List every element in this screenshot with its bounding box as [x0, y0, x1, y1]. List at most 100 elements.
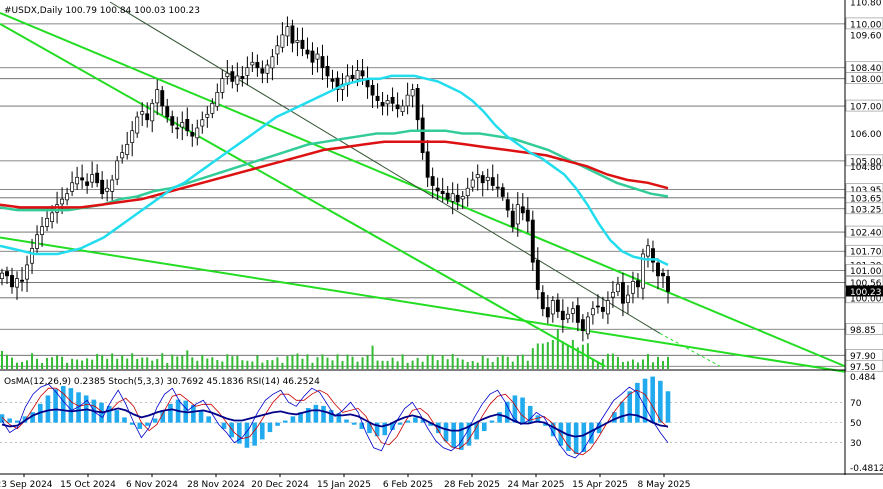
volume-bar [211, 357, 214, 369]
candle-body [415, 88, 420, 121]
volume-bar [206, 358, 209, 369]
candle-body [550, 300, 555, 315]
volume-bar [406, 362, 409, 369]
candle-body [205, 113, 210, 118]
price-tick-label: 107.00 [850, 103, 882, 113]
candle-body [310, 50, 315, 63]
volume-bar [296, 353, 299, 369]
volume-bar [71, 358, 74, 369]
osma-bar [658, 380, 663, 423]
volume-bar [66, 362, 69, 369]
volume-bar [396, 361, 399, 369]
candle-body [160, 90, 165, 107]
volume-bar [56, 355, 59, 369]
volume-bar [331, 360, 334, 369]
volume-bar [31, 353, 34, 369]
candle-body [500, 187, 505, 197]
candle-body [330, 78, 335, 82]
volume-bar [151, 360, 154, 369]
candle-body [355, 70, 360, 80]
volume-bar [461, 359, 464, 369]
candle-body [130, 130, 135, 143]
price-tick-label: 104.80 [850, 163, 882, 173]
osma-bar [198, 410, 204, 423]
candle-body [375, 95, 380, 101]
volume-bar [421, 361, 424, 369]
candle-body [125, 144, 130, 155]
candle-body [180, 122, 185, 128]
osma-bar [367, 422, 372, 434]
volume-bar [121, 355, 124, 369]
candle-body [100, 179, 105, 195]
candle-body [195, 127, 200, 139]
volume-bar [16, 362, 19, 369]
price-tick-label: 101.70 [850, 248, 882, 258]
osma-bar [282, 420, 288, 423]
candle-body [75, 176, 80, 185]
volume-bar [251, 361, 254, 369]
candle-body [215, 92, 220, 107]
candle-body [155, 89, 160, 104]
osma-bar [145, 422, 150, 426]
candle-body [610, 291, 615, 298]
volume-bar [276, 357, 279, 369]
candle-body [555, 299, 560, 312]
ema-layer [0, 74, 669, 267]
candle-body [385, 100, 390, 105]
candle-body [90, 174, 95, 183]
price-grid-layer [0, 23, 845, 367]
candle-body [145, 113, 150, 121]
candle-body [300, 39, 305, 49]
candle-body [485, 176, 490, 181]
volume-bar [21, 361, 24, 369]
channel-lower-line [0, 23, 606, 368]
indicator-tick-label: 70 [850, 399, 862, 409]
candle-body [600, 306, 605, 312]
candle-body [140, 111, 145, 115]
time-tick-label: 6 Feb 2025 [383, 480, 433, 489]
volume-bar [236, 356, 239, 369]
volume-bar [441, 355, 444, 369]
candle-body [285, 26, 290, 37]
volume-bar [581, 344, 584, 369]
time-tick-label: 28 Nov 2024 [187, 480, 245, 489]
osma-bar [114, 410, 120, 423]
osma-bar [642, 378, 648, 423]
candle-body [360, 70, 365, 77]
candle-body [60, 198, 65, 205]
volume-bar [316, 357, 319, 369]
candle-body [661, 272, 665, 277]
volume-bar [311, 362, 314, 369]
candle-body [420, 117, 425, 153]
chart-canvas: 110.80110.00109.60108.40108.00107.00106.… [0, 0, 883, 489]
candle-body [380, 102, 385, 107]
candle-body [515, 204, 520, 225]
volume-bar [566, 345, 569, 369]
volume-bar [621, 361, 624, 369]
ema-cyan-line [0, 74, 669, 267]
volume-bar [171, 354, 174, 369]
candle-body [445, 192, 450, 200]
time-tick-label: 23 Sep 2024 [0, 480, 53, 489]
candle-body [200, 119, 205, 127]
candle-body [290, 25, 295, 44]
candle-body [540, 292, 545, 310]
candle-body [636, 280, 640, 288]
volume-bar [471, 360, 474, 369]
volume-bar [546, 342, 549, 369]
volume-bar [256, 355, 259, 369]
time-tick-label: 24 Mar 2025 [507, 480, 564, 489]
volume-bar [381, 360, 384, 369]
candle-body [85, 181, 90, 186]
osma-bar [520, 397, 525, 423]
volume-bar [571, 339, 574, 369]
volume-bar [176, 356, 179, 369]
volume-bar [376, 360, 379, 369]
channel-bottom-line [0, 236, 846, 373]
candle-body [270, 56, 275, 69]
candle-body [666, 276, 670, 292]
candle-body [110, 179, 115, 192]
candle-body [565, 313, 570, 320]
osma-bar [60, 386, 66, 423]
indicator-tick-label: 0.484 [850, 373, 876, 383]
